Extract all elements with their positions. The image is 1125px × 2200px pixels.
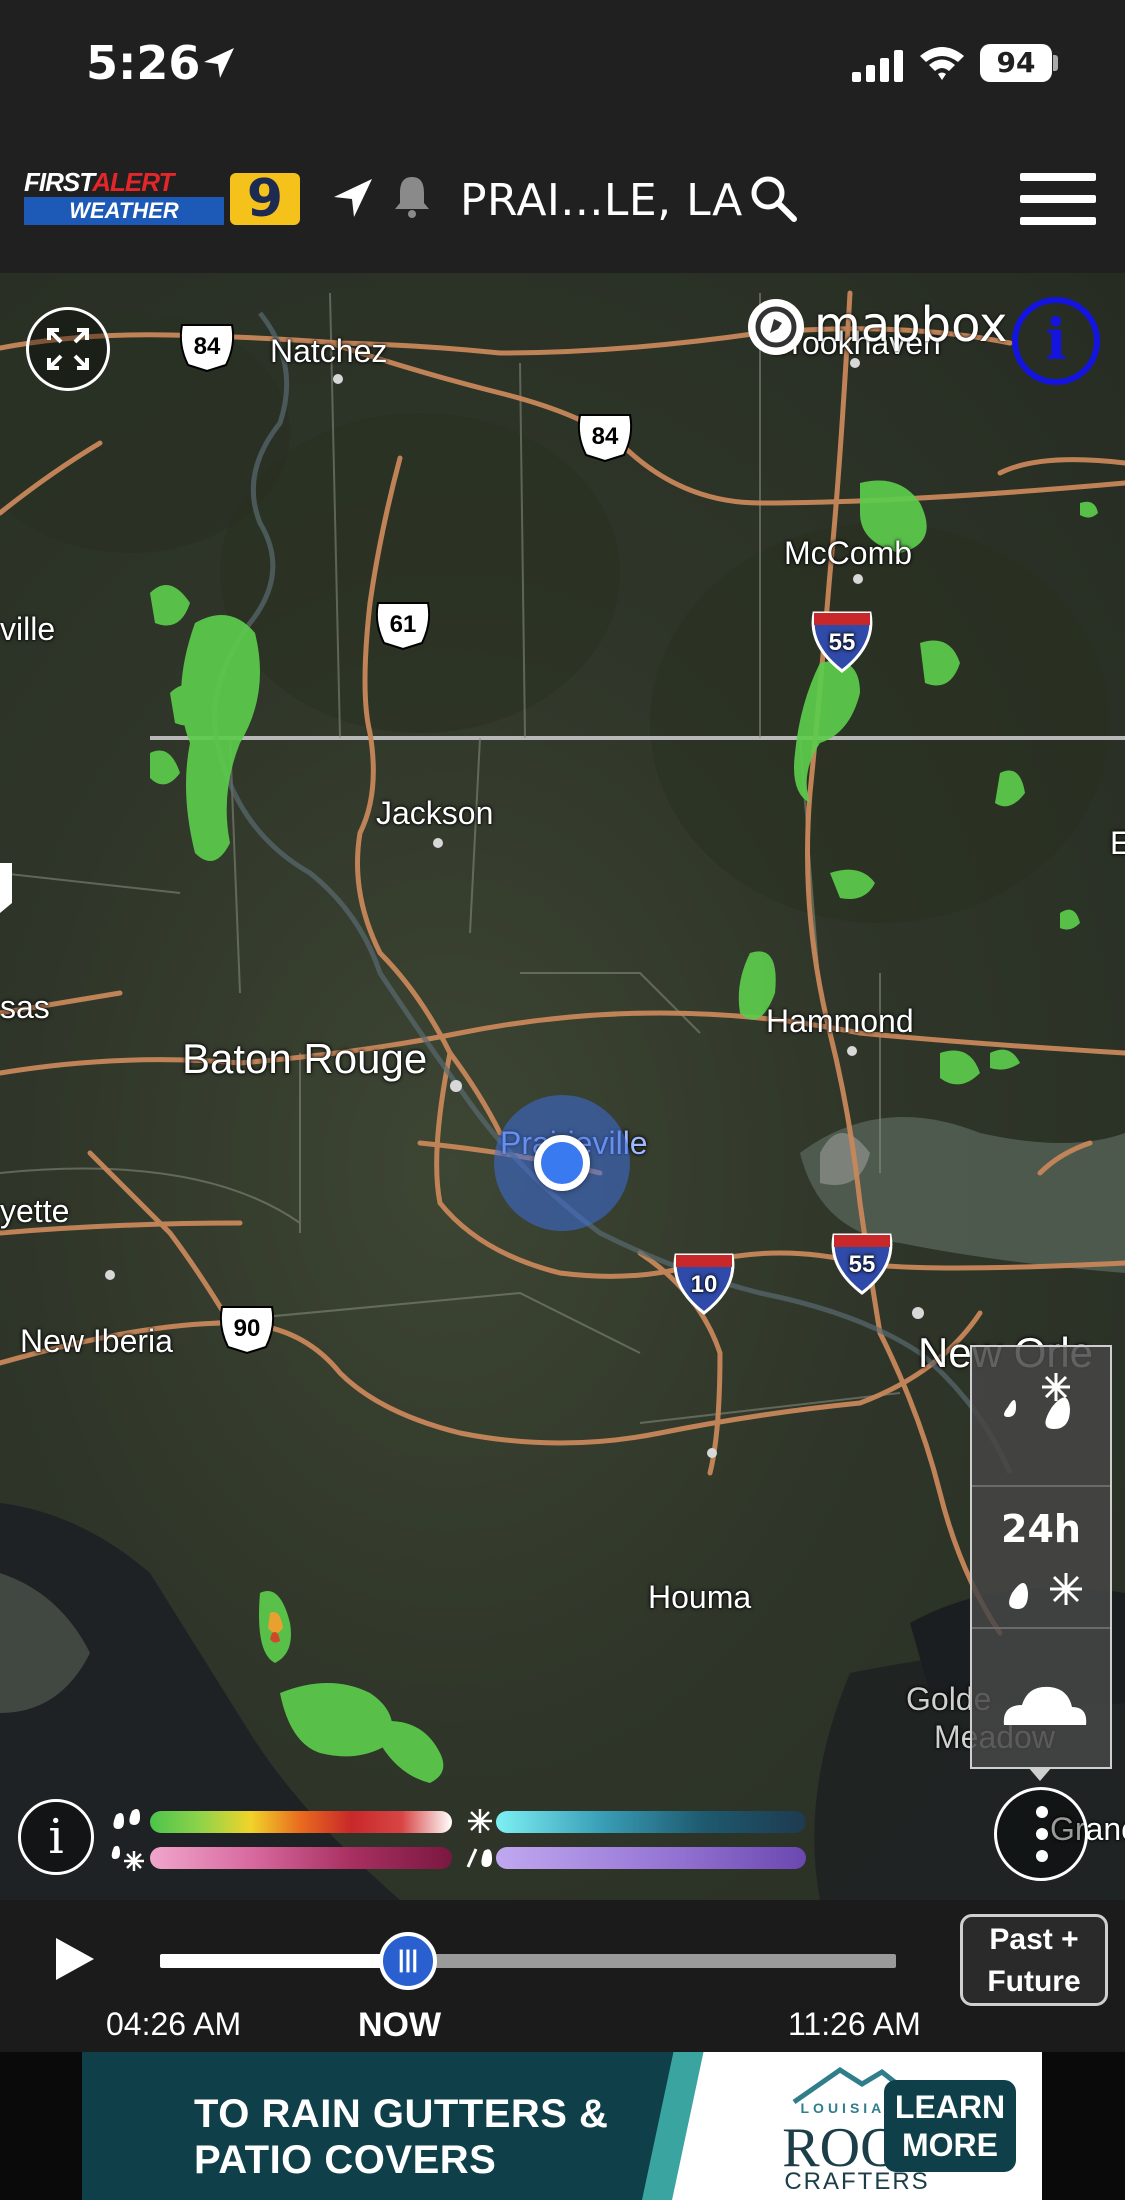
legend-bar-mix xyxy=(150,1847,452,1869)
city-label-edge-ville: ville xyxy=(0,611,56,647)
rain-drop-icon xyxy=(113,1809,140,1829)
city-label-natchez: Natchez xyxy=(270,333,388,369)
i-10-label: 10 xyxy=(690,1271,718,1298)
fullscreen-icon xyxy=(47,328,89,370)
ad-brand-sub: CRAFTERS xyxy=(784,2168,930,2195)
layer-precip-button[interactable] xyxy=(972,1347,1110,1487)
city-label-baton-rouge: Baton Rouge xyxy=(182,1035,428,1082)
play-icon[interactable] xyxy=(50,1934,98,1984)
mapbox-icon xyxy=(748,299,804,355)
layer-cloud-button[interactable] xyxy=(972,1631,1110,1771)
ad-cta-line-1: LEARN xyxy=(894,2089,1006,2125)
rain-snow-icon xyxy=(1004,1373,1070,1429)
us-84-label-a: 84 xyxy=(193,333,221,360)
ad-headline-line-2: PATIO COVERS xyxy=(194,2138,497,2182)
status-bar: 5:26 94 xyxy=(0,0,1125,135)
radar-map[interactable]: 84 84 61 90 55 55 10 Natchez Brookhaven … xyxy=(0,273,1125,1900)
battery-tip xyxy=(1053,55,1058,71)
map-base-layer xyxy=(0,290,1125,1900)
ad-learn-more-button[interactable]: LEARN MORE xyxy=(884,2080,1016,2172)
us-61-label: 61 xyxy=(389,611,417,638)
app-header: FIRSTALERT WEATHER 9 PRAI...LE, LA xyxy=(0,135,1125,273)
city-label-edge-e: E xyxy=(1110,825,1125,861)
layer-panel-pointer xyxy=(1028,1767,1052,1781)
user-location-marker xyxy=(494,1095,630,1231)
timeline-now-label: NOW xyxy=(358,2006,442,2044)
past-future-line-1: Past + xyxy=(989,1923,1079,1956)
legend-bar-rain xyxy=(150,1811,452,1833)
fullscreen-button[interactable] xyxy=(26,307,110,391)
us-84-label-b: 84 xyxy=(591,423,619,450)
city-label-new-iberia: New Iberia xyxy=(20,1323,173,1359)
battery-icon: 94 xyxy=(980,44,1052,82)
rain-snow-mix-icon xyxy=(111,1845,144,1871)
logo-weather: WEATHER xyxy=(24,197,224,225)
logo-first-alert: FIRSTALERT xyxy=(24,167,174,197)
i-55-label-a: 55 xyxy=(828,629,856,656)
ad-cta-line-2: MORE xyxy=(902,2127,998,2163)
legend-bar-ice xyxy=(496,1847,806,1869)
mapbox-wordmark: mapbox xyxy=(814,297,1008,353)
location-name[interactable]: PRAI...LE, LA xyxy=(460,175,743,226)
search-icon[interactable] xyxy=(748,173,798,223)
timeline-start-time: 04:26 AM xyxy=(106,2006,242,2042)
ice-icon xyxy=(466,1848,492,1868)
station-logo[interactable]: FIRSTALERT WEATHER 9 xyxy=(24,169,304,227)
i-55-label-b: 55 xyxy=(848,1251,876,1278)
city-label-edge-sas: sas xyxy=(0,989,50,1025)
cloud-icon xyxy=(1003,1686,1087,1725)
city-label-hammond: Hammond xyxy=(766,1003,914,1039)
city-label-jackson: Jackson xyxy=(376,795,494,831)
logo-channel: 9 xyxy=(230,173,300,225)
past-future-line-2: Future xyxy=(987,1965,1081,1998)
timeline-track-past[interactable] xyxy=(160,1954,410,1968)
user-location-dot xyxy=(534,1135,590,1191)
layer-panel: 24h xyxy=(970,1345,1112,1769)
menu-icon[interactable] xyxy=(1020,173,1098,227)
signal-icon xyxy=(852,50,903,82)
layer-24h-button[interactable]: 24h xyxy=(972,1489,1110,1629)
location-arrow-icon xyxy=(204,48,234,78)
navigation-arrow-icon[interactable] xyxy=(330,175,376,221)
past-future-toggle[interactable]: Past + Future xyxy=(960,1914,1108,2006)
ad-strip: TO RAIN GUTTERS & PATIO COVERS LOUISIANA… xyxy=(0,2052,1125,2200)
city-label-edge-yette: yette xyxy=(0,1193,70,1229)
map-info-button[interactable]: i xyxy=(1012,297,1100,385)
precip-legend: i xyxy=(8,1793,808,1879)
timeline-end-time: 11:26 AM xyxy=(788,2006,921,2042)
us-90-label: 90 xyxy=(233,1315,261,1342)
timeline-track-future[interactable] xyxy=(410,1954,896,1968)
city-label-mccomb: McComb xyxy=(784,535,913,571)
more-options-button[interactable] xyxy=(994,1787,1088,1881)
ad-headline-line-1: TO RAIN GUTTERS & xyxy=(194,2092,609,2136)
snowflake-icon xyxy=(468,1809,492,1833)
timeline-scrubber[interactable]: ||| xyxy=(379,1932,437,1990)
city-label-houma: Houma xyxy=(648,1579,752,1615)
mapbox-attribution[interactable]: mapbox xyxy=(748,293,1008,357)
legend-info-button[interactable]: i xyxy=(18,1799,94,1875)
timeline-bar: ||| 04:26 AM NOW 11:26 AM Past + Future xyxy=(0,1900,1125,2052)
legend-bar-snow xyxy=(496,1811,806,1833)
ad-banner[interactable]: TO RAIN GUTTERS & PATIO COVERS LOUISIANA… xyxy=(82,2052,1042,2200)
wifi-icon xyxy=(920,47,964,80)
status-time: 5:26 xyxy=(86,36,201,90)
bell-icon[interactable] xyxy=(392,173,432,219)
rain-snow-icon xyxy=(1009,1573,1082,1609)
